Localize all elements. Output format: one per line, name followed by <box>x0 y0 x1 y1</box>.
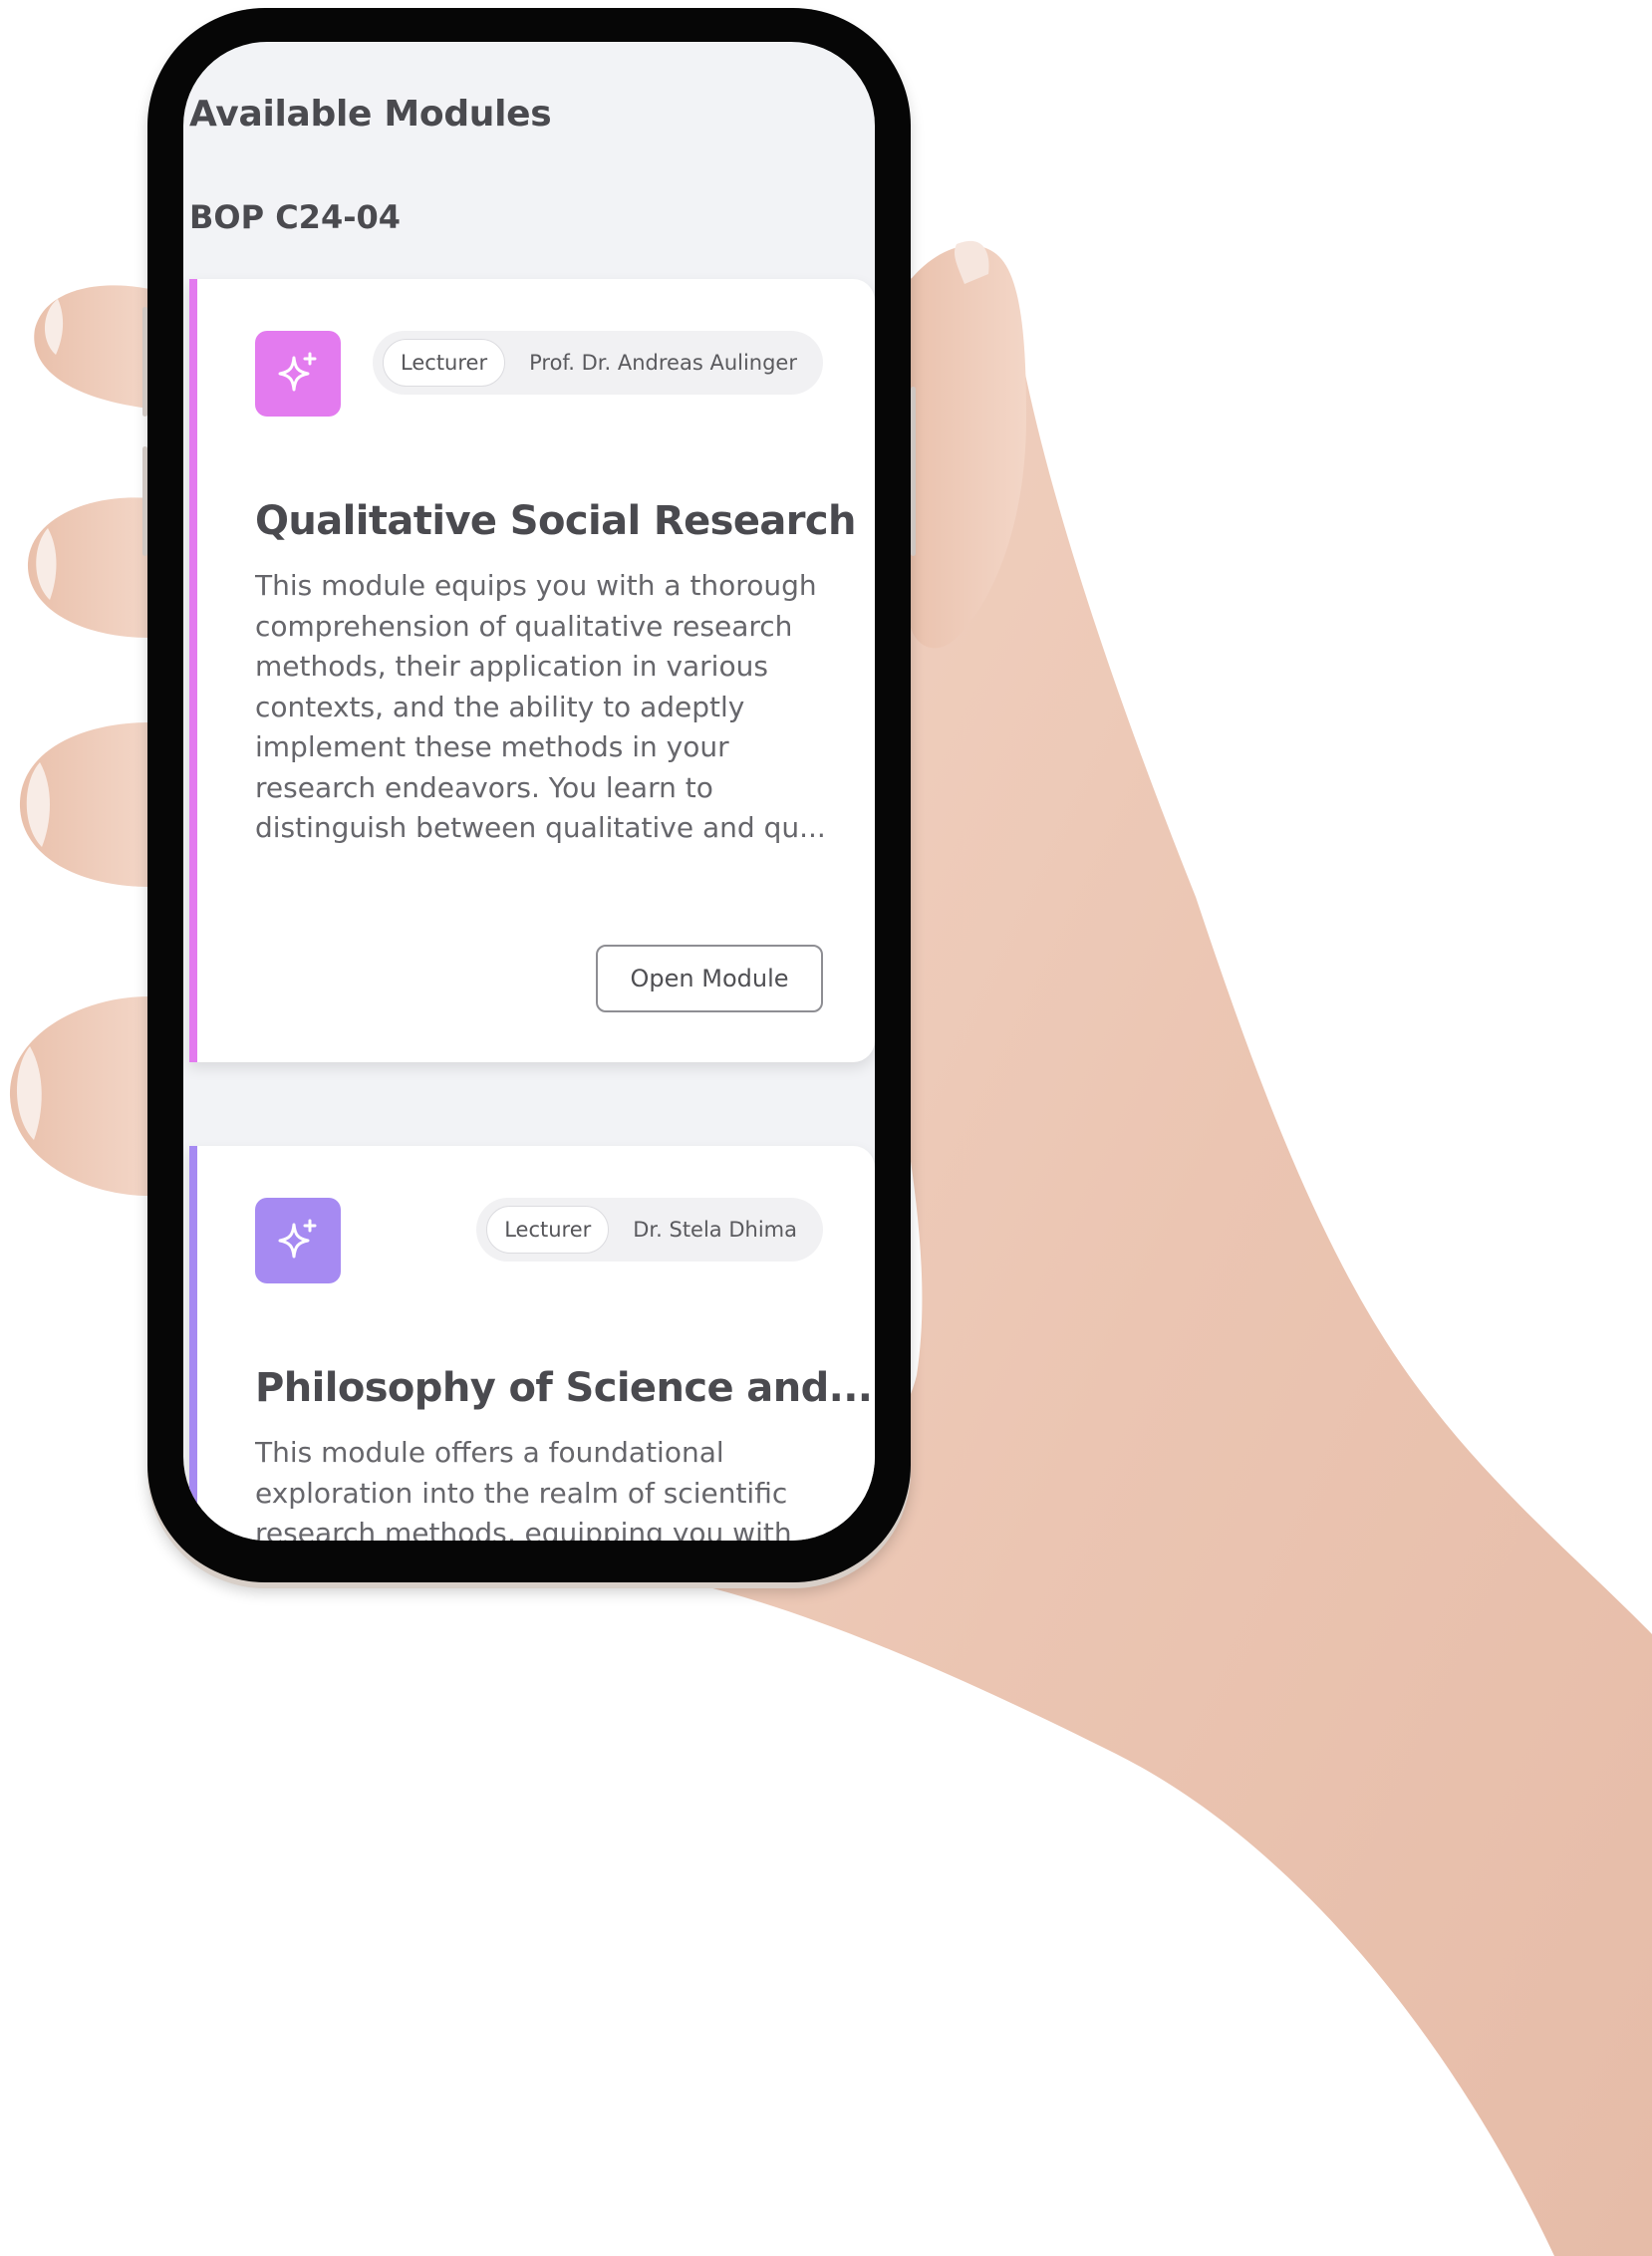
description-line: exploration into the realm of scientific <box>255 1476 788 1510</box>
module-card[interactable]: Lecturer Prof. Dr. Andreas Aulinger Qual… <box>189 279 875 1062</box>
lecturer-name: Prof. Dr. Andreas Aulinger <box>529 351 797 375</box>
lecturer-tag: Lecturer <box>486 1206 610 1254</box>
sparkle-icon <box>255 331 341 417</box>
description-line: contexts, and the ability to adeptly <box>255 690 745 723</box>
lecturer-tag: Lecturer <box>383 339 506 387</box>
phone-frame: Available Modules BOP C24-04 Lecturer Pr… <box>142 8 916 1582</box>
description-line: This module equips you with a thorough <box>255 569 817 602</box>
description-line: research endeavors. You learn to <box>255 770 713 804</box>
description-line: methods, their application in various <box>255 650 768 683</box>
description-line: This module offers a foundational <box>255 1436 724 1469</box>
card-accent-bar <box>189 1146 197 1541</box>
module-title[interactable]: Philosophy of Science and... <box>255 1365 873 1411</box>
sparkle-icon <box>255 1198 341 1283</box>
open-module-button[interactable]: Open Module <box>596 945 823 1012</box>
lecturer-pill: Lecturer Dr. Stela Dhima <box>476 1198 823 1262</box>
cohort-label: BOP C24-04 <box>189 198 402 236</box>
lecturer-pill: Lecturer Prof. Dr. Andreas Aulinger <box>373 331 823 395</box>
description-line: research methods, equipping you with <box>255 1517 792 1541</box>
phone-power-button <box>911 387 916 556</box>
photo-scene: Available Modules BOP C24-04 Lecturer Pr… <box>0 0 1652 2256</box>
description-line: distinguish between qualitative and qu..… <box>255 811 826 844</box>
module-description: This module equips you with a thorough c… <box>255 566 841 849</box>
phone-screen[interactable]: Available Modules BOP C24-04 Lecturer Pr… <box>183 42 875 1541</box>
module-card[interactable]: Lecturer Dr. Stela Dhima Philosophy of S… <box>189 1146 875 1541</box>
phone-side-button <box>142 446 147 556</box>
card-accent-bar <box>189 279 197 1062</box>
module-title[interactable]: Qualitative Social Research <box>255 498 856 544</box>
phone-side-button <box>142 307 147 417</box>
page-title: Available Modules <box>189 94 552 135</box>
module-description: This module offers a foundational explor… <box>255 1433 841 1541</box>
description-line: implement these methods in your <box>255 730 729 763</box>
lecturer-name: Dr. Stela Dhima <box>633 1218 797 1242</box>
description-line: comprehension of qualitative research <box>255 609 793 643</box>
